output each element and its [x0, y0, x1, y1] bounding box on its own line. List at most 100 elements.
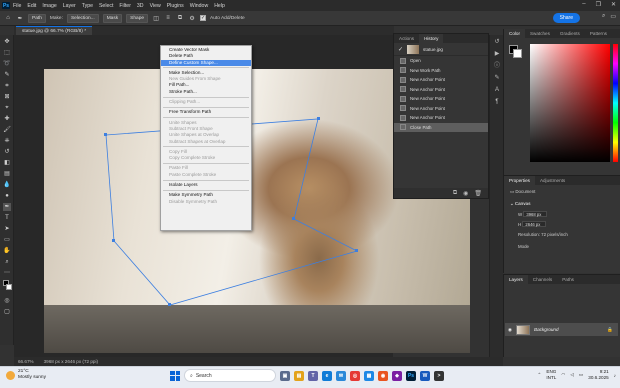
- home-icon[interactable]: ⌂: [4, 14, 12, 22]
- eyedropper-tool-icon[interactable]: ⌖: [3, 104, 11, 112]
- menu-item-copy-complete-stroke[interactable]: Copy Complete Stroke: [161, 155, 251, 161]
- search-icon[interactable]: ⌕: [602, 13, 605, 20]
- lock-icon[interactable]: 🔒: [607, 327, 613, 333]
- character-panel-icon[interactable]: A: [493, 86, 501, 94]
- menu-file[interactable]: File: [13, 3, 21, 9]
- photoshop-taskbar-icon[interactable]: Ps: [406, 370, 416, 381]
- minimize-icon[interactable]: –: [582, 1, 585, 8]
- weather-widget[interactable]: 21°C Mostly sunny: [6, 369, 46, 381]
- quick-select-tool-icon[interactable]: ✎: [3, 71, 11, 79]
- anchor-point[interactable]: [112, 239, 115, 242]
- pen-tool-icon[interactable]: ✒: [16, 14, 24, 22]
- lasso-tool-icon[interactable]: ➰: [3, 60, 11, 68]
- close-icon[interactable]: ✕: [611, 1, 616, 8]
- file-explorer-icon[interactable]: ▤: [294, 370, 304, 381]
- menu-plugins[interactable]: Plugins: [167, 3, 184, 9]
- menu-item-isolate-layers[interactable]: Isolate Layers: [161, 182, 251, 188]
- chevron-up-icon[interactable]: ⌃: [538, 372, 542, 378]
- tab-paths[interactable]: Paths: [557, 275, 579, 284]
- history-state[interactable]: Open: [394, 56, 488, 66]
- color-field[interactable]: [530, 44, 610, 162]
- document-tab[interactable]: statue.jpg @ 66.7% (RGB/8) *: [16, 26, 93, 35]
- zoom-tool-icon[interactable]: ⌕: [3, 258, 11, 266]
- share-button[interactable]: Share: [552, 13, 580, 23]
- menu-item-subtract-shapes-overlap[interactable]: Subtract Shapes at Overlap: [161, 139, 251, 145]
- healing-brush-tool-icon[interactable]: ✚: [3, 115, 11, 123]
- anchor-point[interactable]: [317, 117, 320, 120]
- eraser-tool-icon[interactable]: ◧: [3, 159, 11, 167]
- chrome-icon[interactable]: ◎: [350, 370, 360, 381]
- camera-icon[interactable]: ◉: [463, 190, 468, 197]
- menu-image[interactable]: Image: [42, 3, 56, 9]
- actions-panel-icon[interactable]: ▶: [493, 50, 501, 58]
- tab-channels[interactable]: Channels: [528, 275, 557, 284]
- type-tool-icon[interactable]: T: [3, 214, 11, 222]
- quick-mask-icon[interactable]: ◎: [3, 297, 11, 305]
- mask-button[interactable]: Mask: [102, 13, 123, 23]
- brush-tool-icon[interactable]: 🖌: [3, 126, 11, 134]
- menu-help[interactable]: Help: [214, 3, 225, 9]
- path-selection-tool-icon[interactable]: ➤: [3, 225, 11, 233]
- menu-filter[interactable]: Filter: [119, 3, 131, 9]
- tab-layers[interactable]: Layers: [504, 275, 528, 284]
- menu-item-free-transform-path[interactable]: Free Transform Path: [161, 109, 251, 115]
- edge-icon[interactable]: e: [322, 370, 332, 381]
- battery-icon[interactable]: ▭: [579, 372, 583, 378]
- menu-3d[interactable]: 3D: [137, 3, 144, 9]
- tab-color[interactable]: Color: [504, 29, 525, 38]
- rectangle-tool-icon[interactable]: ▭: [3, 236, 11, 244]
- canvas-section-header[interactable]: ⌄ Canvas: [504, 199, 620, 209]
- word-icon[interactable]: W: [420, 370, 430, 381]
- clock[interactable]: 9:21 30.6.2025: [588, 369, 608, 381]
- tab-patterns[interactable]: Patterns: [585, 29, 612, 38]
- marquee-tool-icon[interactable]: ⬚: [3, 49, 11, 57]
- zoom-level[interactable]: 66.67%: [18, 359, 34, 364]
- screen-mode-icon[interactable]: ▢: [3, 308, 11, 316]
- shape-button[interactable]: Shape: [126, 13, 149, 23]
- volume-icon[interactable]: ◁: [570, 372, 574, 378]
- notification-bell-icon[interactable]: ♪: [614, 373, 616, 378]
- menu-select[interactable]: Select: [99, 3, 113, 9]
- store-icon[interactable]: ▦: [364, 370, 374, 381]
- history-state[interactable]: New Work Path: [394, 66, 488, 76]
- crop-tool-icon[interactable]: ⌗: [3, 82, 11, 90]
- layer-row-background[interactable]: ◉ Background 🔒: [505, 323, 618, 336]
- history-state[interactable]: New Anchor Point: [394, 94, 488, 104]
- clone-stamp-tool-icon[interactable]: ⎈: [3, 137, 11, 145]
- tab-properties[interactable]: Properties: [504, 176, 535, 185]
- menu-item-disable-symmetry-path[interactable]: Disable Symmetry Path: [161, 199, 251, 205]
- trash-icon[interactable]: 🗑: [474, 190, 482, 197]
- maximize-icon[interactable]: ❐: [596, 1, 601, 8]
- dodge-tool-icon[interactable]: ●: [3, 192, 11, 200]
- tab-swatches[interactable]: Swatches: [525, 29, 555, 38]
- menu-item-clipping-path[interactable]: Clipping Path...: [161, 99, 251, 105]
- tab-history[interactable]: History: [419, 34, 444, 43]
- anchor-point[interactable]: [292, 217, 295, 220]
- menu-layer[interactable]: Layer: [63, 3, 76, 9]
- path-arrangement-icon[interactable]: ⧉: [176, 14, 184, 22]
- history-state[interactable]: New Anchor Point: [394, 85, 488, 95]
- mode-select[interactable]: Path: [28, 13, 46, 23]
- menu-view[interactable]: View: [150, 3, 161, 9]
- hue-slider[interactable]: [613, 44, 618, 162]
- selection-button[interactable]: Selection...: [66, 13, 99, 23]
- menu-item-paste-complete-stroke[interactable]: Paste Complete Stroke: [161, 172, 251, 178]
- history-state[interactable]: New Anchor Point: [394, 113, 488, 123]
- teams-icon[interactable]: T: [308, 370, 318, 381]
- wifi-icon[interactable]: ◠: [561, 372, 565, 378]
- menu-item-stroke-path[interactable]: Stroke Path...: [161, 89, 251, 95]
- tab-actions[interactable]: Actions: [394, 34, 419, 43]
- history-state[interactable]: New Anchor Point: [394, 104, 488, 114]
- auto-add-checkbox[interactable]: ✓: [200, 15, 207, 21]
- history-state[interactable]: New Anchor Point: [394, 75, 488, 85]
- gradient-tool-icon[interactable]: ▤: [3, 170, 11, 178]
- menu-type[interactable]: Type: [82, 3, 93, 9]
- brush-settings-icon[interactable]: ✎: [493, 74, 501, 82]
- background-swatch[interactable]: [513, 49, 522, 58]
- path-alignment-icon[interactable]: ≡: [164, 14, 172, 22]
- menu-window[interactable]: Window: [190, 3, 208, 9]
- frame-tool-icon[interactable]: ⊠: [3, 93, 11, 101]
- history-state-current[interactable]: Close Path: [394, 122, 488, 132]
- blur-tool-icon[interactable]: 💧: [3, 181, 11, 189]
- history-brush-tool-icon[interactable]: ↺: [3, 148, 11, 156]
